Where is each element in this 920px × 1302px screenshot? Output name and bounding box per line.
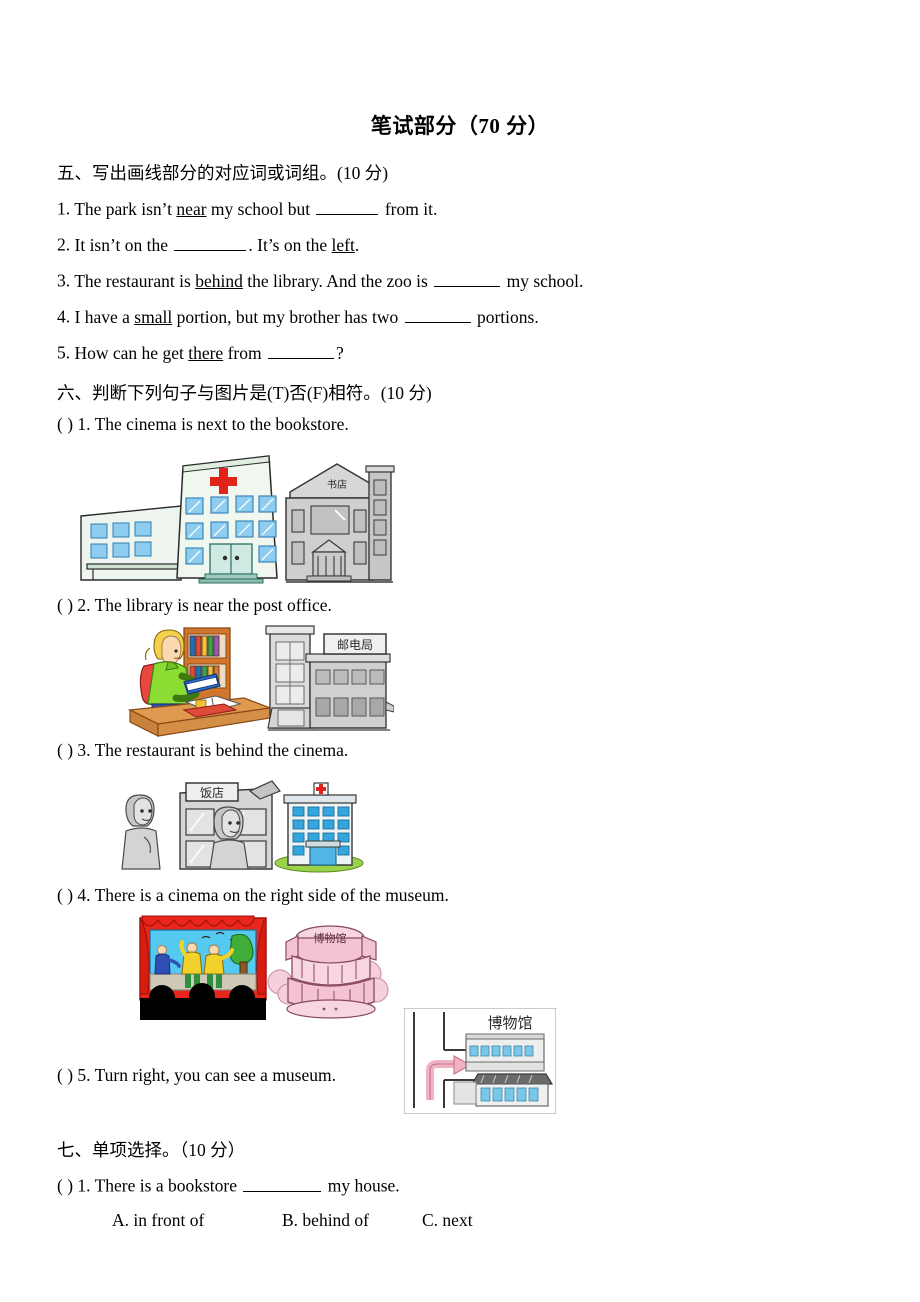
map-museum-label: 博物馆 (487, 1015, 532, 1032)
q-number: 5. (77, 1065, 91, 1085)
underlined-word: left (331, 234, 355, 255)
museum-sign-text: 博物馆 (314, 931, 347, 945)
tf-question-4: ( ) 4. There is a cinema on the right si… (57, 885, 449, 906)
q-number: 1. (77, 1175, 91, 1196)
mc-options-1: A. in front of B. behind of C. next (57, 1210, 473, 1231)
underlined-word: there (188, 342, 224, 363)
answer-blank[interactable] (404, 305, 471, 323)
underlined-word: behind (195, 270, 243, 291)
figure-restaurant-and-hospital: 饭店 (104, 775, 366, 873)
tf-question-2: ( ) 2. The library is near the post offi… (57, 595, 332, 616)
answer-bracket[interactable]: ( ) (57, 885, 73, 905)
q-number: 5. (57, 342, 71, 363)
fill-question-4: 4. I have a small portion, but my brothe… (57, 305, 539, 328)
post-office-sign-text: 邮电局 (337, 638, 373, 652)
answer-bracket[interactable]: ( ) (57, 1065, 73, 1085)
figure-hospital-and-bookstore: 书店 (73, 448, 395, 588)
q-text-pre: There is a bookstore (94, 1175, 242, 1196)
underlined-word: near (176, 198, 207, 219)
mc-question-1: ( ) 1. There is a bookstore my house. (57, 1174, 400, 1197)
q-text: The restaurant is behind the library. An… (74, 269, 584, 291)
option-b[interactable]: B. behind of (282, 1210, 422, 1231)
exam-page: 笔试部分（70 分） 五、写出画线部分的对应词或词组。(10 分) 1. The… (0, 0, 920, 1302)
answer-bracket[interactable]: ( ) (57, 595, 73, 615)
q-number: 2. (57, 234, 71, 255)
answer-bracket[interactable]: ( ) (57, 414, 73, 434)
answer-blank[interactable] (267, 341, 334, 359)
answer-blank[interactable] (316, 197, 379, 215)
bookstore-sign-text: 书店 (327, 478, 347, 491)
q-number: 1. (57, 198, 71, 219)
fill-question-3: 3. The restaurant is behind the library.… (57, 269, 583, 292)
section-heading-6: 六、判断下列句子与图片是(T)否(F)相符。(10 分) (57, 383, 432, 403)
q-text: The cinema is next to the bookstore. (94, 414, 349, 434)
underlined-word: small (134, 306, 173, 327)
answer-bracket[interactable]: ( ) (57, 740, 73, 760)
q-text: I have a small portion, but my brother h… (74, 305, 539, 327)
fill-question-1: 1. The park isn’t near my school but fro… (57, 197, 437, 220)
q-number: 4. (57, 306, 71, 327)
answer-blank[interactable] (174, 233, 247, 251)
q-text: The park isn’t near my school but from i… (74, 197, 438, 219)
answer-blank[interactable] (434, 269, 501, 287)
answer-bracket[interactable]: ( ) (57, 1176, 73, 1196)
figure-cinema-and-museum: 博物馆 (136, 912, 398, 1022)
tf-question-3: ( ) 3. The restaurant is behind the cine… (57, 740, 348, 761)
q-text: The library is near the post office. (94, 595, 332, 615)
tf-question-5: ( ) 5. Turn right, you can see a museum. (57, 1065, 336, 1086)
q-text-post: my house. (323, 1175, 400, 1196)
fill-question-5: 5. How can he get there from ? (57, 341, 344, 364)
option-a[interactable]: A. in front of (112, 1210, 282, 1231)
option-c[interactable]: C. next (422, 1210, 473, 1231)
restaurant-sign-text: 饭店 (200, 786, 224, 800)
q-number: 1. (77, 414, 91, 434)
section-heading-5: 五、写出画线部分的对应词或词组。(10 分) (57, 163, 389, 183)
q-text: The restaurant is behind the cinema. (94, 740, 349, 760)
q-number: 3. (57, 270, 71, 291)
q-text: How can he get there from ? (74, 341, 344, 363)
answer-blank[interactable] (243, 1174, 322, 1192)
q-number: 2. (77, 595, 91, 615)
tf-question-1: ( ) 1. The cinema is next to the booksto… (57, 414, 349, 435)
page-title: 笔试部分（70 分） (370, 114, 550, 138)
section-heading-7: 七、单项选择。（10 分） (57, 1140, 246, 1160)
figure-map-turn-right-to-museum: 博物馆 (404, 1008, 556, 1114)
q-number: 4. (77, 885, 91, 905)
fill-question-2: 2. It isn’t on the . It’s on the left. (57, 233, 359, 256)
q-text: Turn right, you can see a museum. (94, 1065, 336, 1085)
q-number: 3. (77, 740, 91, 760)
q-text: There is a cinema on the right side of t… (94, 885, 449, 905)
figure-library-and-post-office: 邮电局 (124, 624, 394, 738)
q-text: It isn’t on the . It’s on the left. (74, 233, 360, 255)
